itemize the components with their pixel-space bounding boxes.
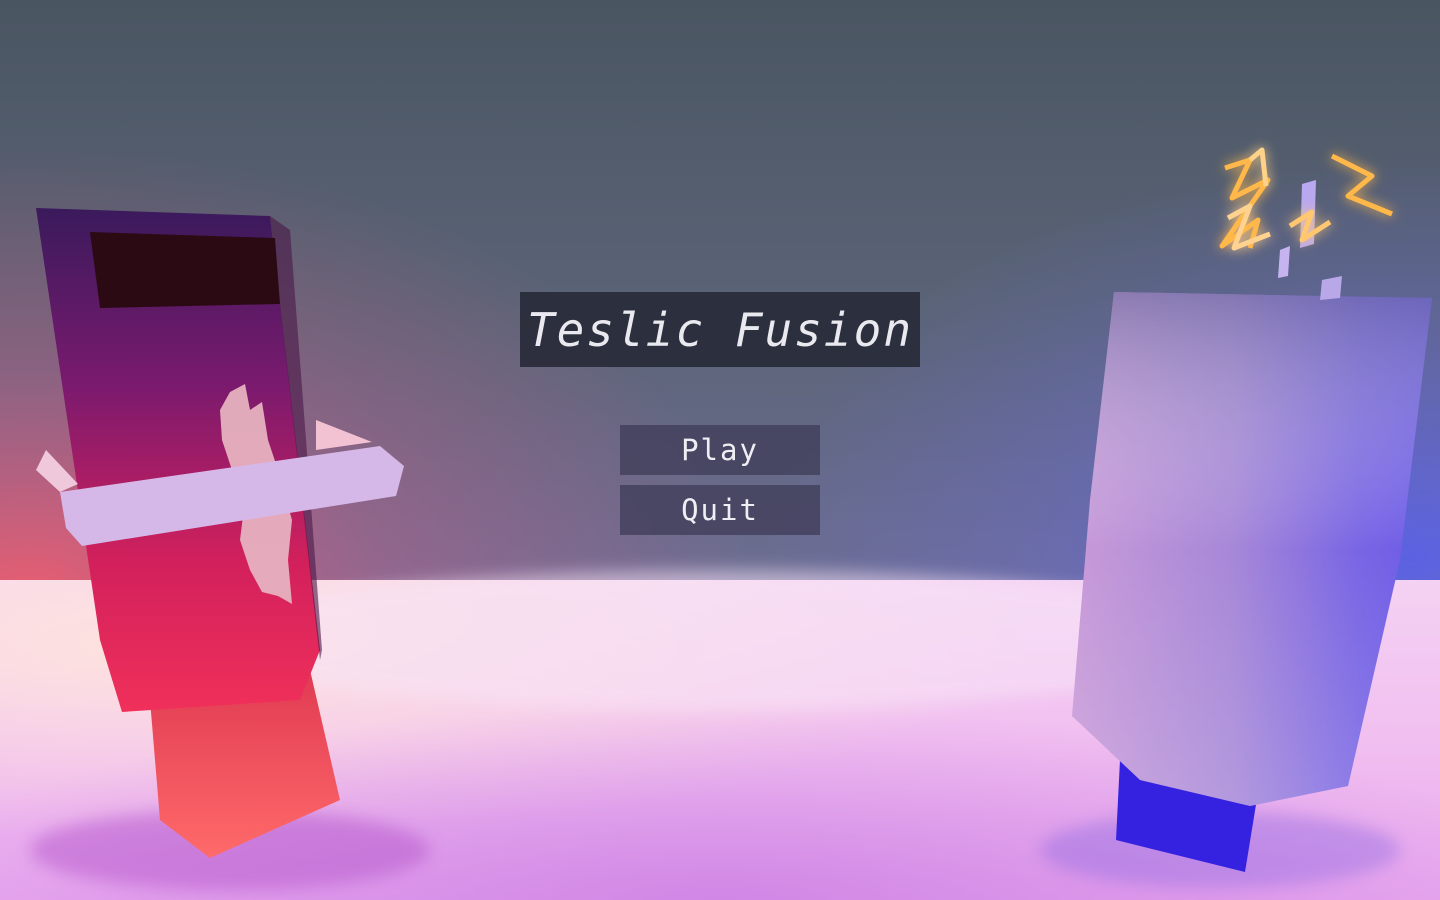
game-title: Teslic Fusion — [526, 302, 914, 357]
title-panel: Teslic Fusion — [520, 292, 920, 367]
play-button[interactable]: Play — [620, 425, 820, 475]
game-scene: Teslic Fusion Play Quit — [0, 0, 1440, 900]
play-button-label: Play — [681, 433, 759, 467]
quit-button-label: Quit — [681, 493, 759, 527]
quit-button[interactable]: Quit — [620, 485, 820, 535]
